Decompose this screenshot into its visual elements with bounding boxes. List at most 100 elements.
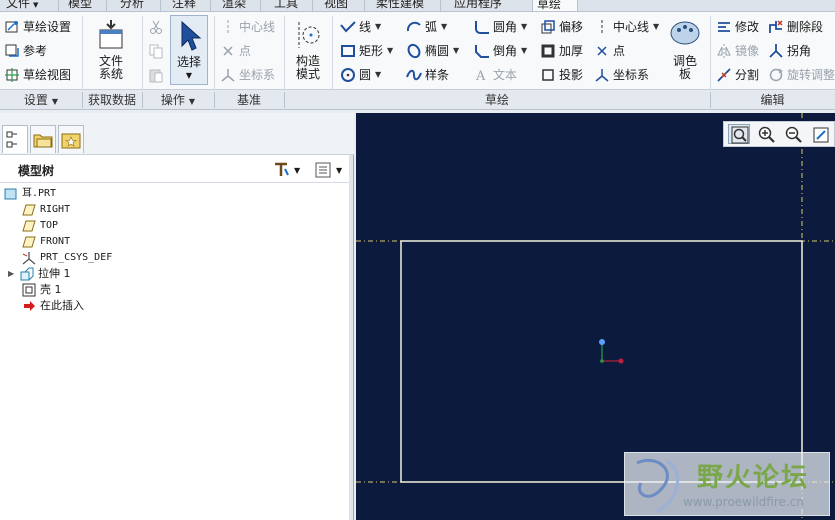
arc-dropdown-icon[interactable]: ▼ (441, 16, 447, 38)
line-dropdown-icon[interactable]: ▼ (375, 16, 381, 38)
cut-button[interactable] (148, 16, 167, 38)
navigator-panel: 模型树 ▼ ▼ 耳.PRT RIGHT TOP FRONT PRT_CSYS_D… (0, 113, 354, 520)
datum-centerline-button[interactable]: 中心线 (220, 16, 275, 38)
repaint-button[interactable] (809, 124, 831, 144)
tree-item-extrude[interactable]: ▶ 拉伸 1 (8, 266, 71, 282)
menu-bar: 文件 ▼ 模型 分析 注释 渲染 工具 视图 柔性建模 应用程序 草绘 (0, 0, 835, 12)
offset-icon (540, 19, 556, 35)
file-system-icon (94, 18, 128, 52)
tree-item-shell[interactable]: 壳 1 (22, 282, 62, 298)
zoom-out-button[interactable] (782, 124, 804, 144)
tab-file[interactable]: 文件 ▼ (2, 0, 42, 11)
sketch-view-button[interactable]: 草绘视图 (4, 64, 71, 86)
tree-item-csys[interactable]: PRT_CSYS_DEF (22, 250, 112, 266)
rotate-resize-icon (768, 67, 784, 83)
tab-model-tree[interactable] (2, 125, 28, 153)
centerline-dropdown-icon[interactable]: ▼ (653, 16, 659, 38)
spline-button[interactable]: 样条 (406, 64, 449, 86)
expand-arrow-icon[interactable]: ▶ (8, 266, 18, 282)
tab-view[interactable]: 视图 (320, 0, 352, 11)
select-button[interactable]: 选择 ▼ (170, 15, 208, 85)
palette-button[interactable]: 调色 板 (666, 18, 704, 81)
tab-folder-browser[interactable] (30, 125, 56, 153)
ribbon: 草绘设置 参考 草绘视图 文件 系统 选择 ▼ 中心线 点 坐标系 构造 模式 … (0, 12, 835, 90)
sketch-view-icon (4, 67, 20, 83)
ellipse-button[interactable]: 椭圆 ▼ (406, 40, 459, 62)
datum-point-button[interactable]: 点 (220, 40, 251, 62)
chamfer-button[interactable]: 倒角 ▼ (474, 40, 527, 62)
datum-coord-sys-button[interactable]: 坐标系 (220, 64, 275, 86)
tab-annotate[interactable]: 注释 (168, 0, 200, 11)
fillet-button[interactable]: 圆角 ▼ (474, 16, 527, 38)
view-toolbar (723, 121, 835, 147)
construction-mode-button[interactable]: 构造 模式 (288, 18, 328, 81)
delete-segment-button[interactable]: 删除段 (768, 16, 823, 38)
fillet-dropdown-icon[interactable]: ▼ (521, 16, 527, 38)
chevron-down-icon: ▼ (294, 165, 301, 175)
tab-applications[interactable]: 应用程序 (450, 0, 506, 11)
sketch-setup-icon (4, 19, 20, 35)
group-get-data-label[interactable]: 获取数据 (82, 90, 142, 110)
tree-settings-icon (275, 162, 289, 176)
tree-item-top[interactable]: TOP (22, 218, 58, 234)
sketch-coord-sys-button[interactable]: 坐标系 (594, 64, 649, 86)
sketch-point-button[interactable]: 点 (594, 40, 625, 62)
modify-icon (716, 19, 732, 35)
circle-dropdown-icon[interactable]: ▼ (375, 64, 381, 86)
tab-model[interactable]: 模型 (64, 0, 96, 11)
mirror-button[interactable]: 镜像 (716, 40, 759, 62)
group-operations-label[interactable]: 操作 ▼ (142, 90, 214, 110)
copy-button[interactable] (148, 40, 167, 62)
watermark-url: www.proewildfire.cn (683, 495, 804, 509)
panel-scrollbar[interactable] (349, 155, 353, 520)
corner-button[interactable]: 拐角 (768, 40, 811, 62)
modify-button[interactable]: 修改 (716, 16, 759, 38)
copy-icon (148, 43, 164, 59)
tab-render[interactable]: 渲染 (218, 0, 250, 11)
sketch-setup-button[interactable]: 草绘设置 (4, 16, 71, 38)
rectangle-button[interactable]: 矩形 ▼ (340, 40, 393, 62)
arc-icon (406, 19, 422, 35)
ellipse-dropdown-icon[interactable]: ▼ (453, 40, 459, 62)
text-button[interactable]: A 文本 (474, 64, 517, 86)
tab-tools[interactable]: 工具 (270, 0, 302, 11)
spline-icon (406, 67, 422, 83)
refit-button[interactable] (728, 124, 750, 144)
tree-settings-button[interactable]: ▼ (272, 161, 300, 179)
csys-y-point (599, 339, 605, 345)
zoom-in-icon (758, 126, 775, 143)
tree-item-front[interactable]: FRONT (22, 234, 70, 250)
offset-button[interactable]: 偏移 (540, 16, 583, 38)
file-system-button[interactable]: 文件 系统 (88, 18, 134, 81)
tree-item-insert-here[interactable]: 在此插入 (22, 298, 84, 314)
point-icon (220, 43, 236, 59)
palette-icon (668, 18, 702, 52)
thicken-button[interactable]: 加厚 (540, 40, 583, 62)
rectangle-dropdown-icon[interactable]: ▼ (387, 40, 393, 62)
chamfer-dropdown-icon[interactable]: ▼ (521, 40, 527, 62)
point-icon (594, 43, 610, 59)
thicken-icon (540, 43, 556, 59)
centerline-icon (594, 19, 610, 35)
sketch-centerline-button[interactable]: 中心线 ▼ (594, 16, 659, 38)
tree-filter-button[interactable]: ▼ (314, 161, 342, 179)
line-button[interactable]: 线 ▼ (340, 16, 381, 38)
project-icon (540, 67, 556, 83)
project-button[interactable]: 投影 (540, 64, 583, 86)
arc-button[interactable]: 弧 ▼ (406, 16, 447, 38)
datum-plane-icon (22, 235, 36, 249)
zoom-in-button[interactable] (755, 124, 777, 144)
circle-button[interactable]: 圆 ▼ (340, 64, 381, 86)
tab-sketch[interactable]: 草绘 (532, 0, 578, 11)
tree-item-part[interactable]: 耳.PRT (4, 186, 56, 202)
tab-flexible-modeling[interactable]: 柔性建模 (372, 0, 428, 11)
paste-button[interactable] (148, 64, 167, 86)
tab-analysis[interactable]: 分析 (116, 0, 148, 11)
group-setup-label[interactable]: 设置 ▼ (0, 90, 82, 110)
rotate-resize-button[interactable]: 旋转调整 (768, 64, 835, 86)
circle-icon (340, 67, 356, 83)
tree-item-right[interactable]: RIGHT (22, 202, 70, 218)
references-button[interactable]: 参考 (4, 40, 47, 62)
tab-favorites[interactable] (58, 125, 84, 153)
divide-button[interactable]: 分割 (716, 64, 759, 86)
